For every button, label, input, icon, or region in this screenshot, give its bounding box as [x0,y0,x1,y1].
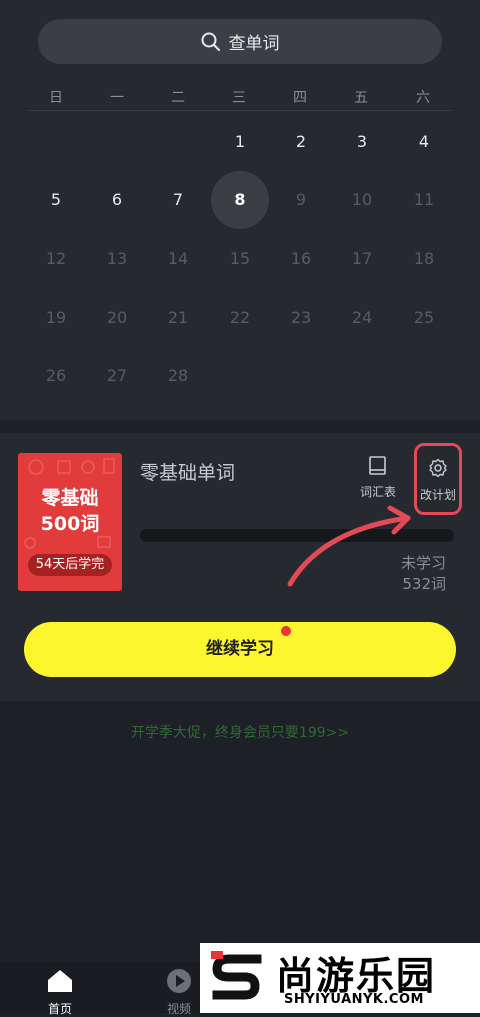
watermark: 尚游乐园 SHYIYUANYK.COM [200,943,480,1013]
calendar-day-today[interactable]: 8 [210,170,270,230]
notification-dot [281,626,291,636]
calendar-day[interactable]: 4 [394,112,454,172]
book-title: 零基础单词 [140,462,236,484]
cover-badge: 54天后学完 [28,554,112,576]
gear-icon [429,458,447,478]
vocab-list-label: 词汇表 [359,485,396,499]
calendar-day[interactable]: 20 [87,288,147,348]
calendar-day[interactable]: 25 [394,288,454,348]
calendar-day[interactable]: 17 [332,229,392,289]
calendar-day[interactable]: 15 [210,229,270,289]
calendar-day[interactable]: 28 [148,346,208,406]
promo-link[interactable]: 开学季大促，终身会员只要199>> [0,722,480,742]
cover-subtitle: 500词 [40,513,100,535]
calendar-day[interactable]: 9 [271,170,331,230]
cover-title: 零基础 [41,487,99,509]
calendar-day[interactable]: 14 [148,229,208,289]
calendar-day[interactable]: 24 [332,288,392,348]
calendar-day[interactable]: 6 [87,170,147,230]
calendar-divider [26,110,454,111]
search-label: 查单词 [228,34,280,54]
calendar-day[interactable]: 11 [394,170,454,230]
vocab-list-button[interactable]: 词汇表 [356,455,400,500]
search-bar[interactable]: 查单词 [38,19,442,64]
calendar-day[interactable]: 5 [26,170,86,230]
play-icon [167,969,191,993]
home-icon [48,970,72,992]
weekday-sat: 六 [416,90,430,106]
search-icon [201,32,220,51]
watermark-en: SHYIYUANYK.COM [284,992,424,1007]
weekday-tue: 二 [171,90,185,106]
tab-home-label: 首页 [47,1002,72,1016]
calendar-day[interactable]: 23 [271,288,331,348]
calendar-day[interactable]: 27 [87,346,147,406]
weekday-mon: 一 [110,90,124,106]
calendar-day[interactable]: 22 [210,288,270,348]
calendar-day[interactable]: 13 [87,229,147,289]
calendar-day[interactable]: 1 [210,112,270,172]
continue-learning-button[interactable]: 继续学习 [24,622,456,677]
calendar-day[interactable]: 18 [394,229,454,289]
calendar-day[interactable]: 21 [148,288,208,348]
weekday-thu: 四 [293,90,307,106]
calendar-day[interactable]: 3 [332,112,392,172]
calendar-day[interactable]: 7 [148,170,208,230]
weekday-wed: 三 [232,90,246,106]
calendar-day[interactable]: 12 [26,229,86,289]
book-icon [369,456,386,475]
weekday-sun: 日 [49,90,63,106]
annotation-arrow-icon [287,505,411,587]
calendar-day[interactable]: 26 [26,346,86,406]
calendar-day[interactable]: 2 [271,112,331,172]
calendar-day[interactable]: 16 [271,229,331,289]
watermark-logo-icon [211,951,262,1000]
calendar-day[interactable]: 10 [332,170,392,230]
book-cover[interactable]: 零基础 500词 54天后学完 [18,453,122,591]
weekday-header: 日 一 二 三 四 五 六 [0,84,480,108]
calendar-day[interactable]: 19 [26,288,86,348]
weekday-fri: 五 [354,90,368,106]
